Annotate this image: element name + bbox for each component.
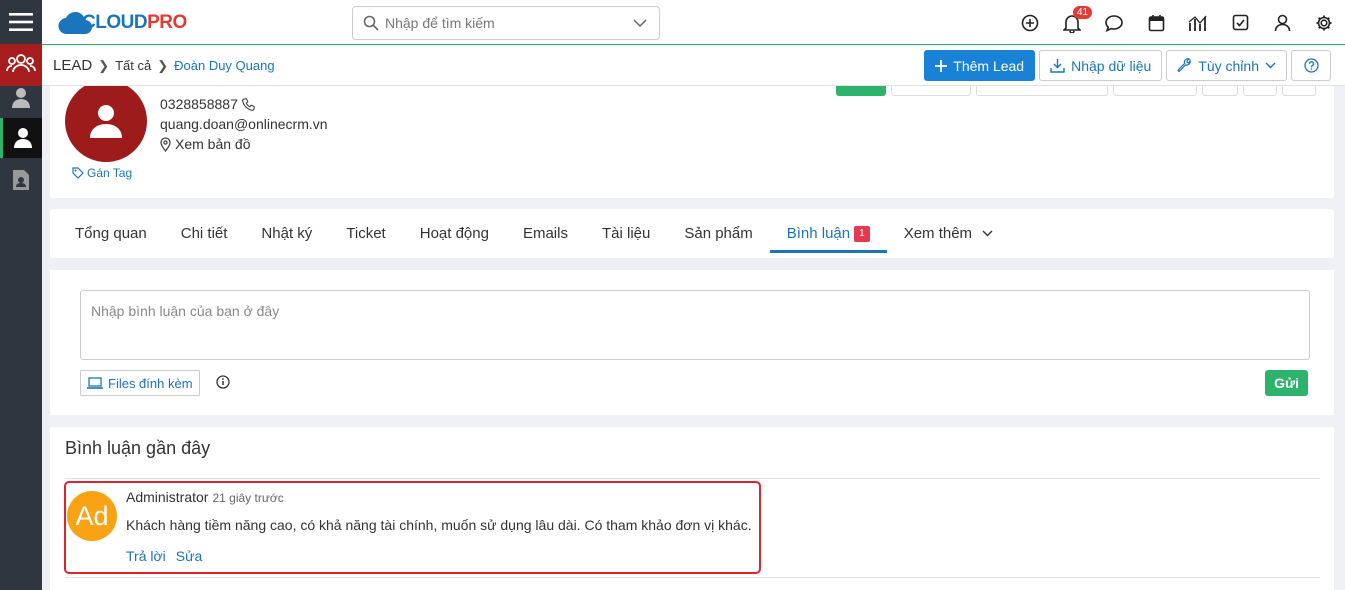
tab-emails[interactable]: Emails (506, 209, 585, 258)
tab-details[interactable]: Chi tiết (164, 209, 245, 258)
tab-more[interactable]: Xem thêm (887, 209, 1010, 258)
lead-contact-info: 0328858887 quang.doan@onlinecrm.vn Xem b… (160, 94, 328, 154)
chevron-down-icon (982, 230, 993, 237)
chevron-right-icon: ❯ (98, 57, 110, 73)
search-box[interactable] (352, 6, 660, 40)
rail-contacts-icon[interactable] (0, 78, 42, 118)
laptop-icon (87, 377, 103, 389)
recent-comments-panel: Bình luận gần đây Ad Administrator 21 giâ… (50, 427, 1334, 590)
tab-label: Chi tiết (180, 225, 228, 242)
comment-text: Khách hàng tiềm năng cao, có khả năng tà… (126, 517, 752, 533)
divider (65, 478, 1320, 479)
comment-input[interactable] (80, 290, 1310, 360)
add-icon[interactable] (1009, 0, 1051, 45)
tab-label: Emails (522, 225, 568, 242)
tab-documents[interactable]: Tài liệu (585, 209, 667, 258)
top-icons: 41 (1009, 0, 1345, 45)
reply-link[interactable]: Trả lời (126, 548, 166, 564)
chevron-down-icon (1265, 62, 1276, 69)
divider (65, 577, 1320, 578)
record-tabs: Tổng quan Chi tiết Nhật ký Ticket Hoạt đ… (50, 209, 1334, 258)
notification-badge: 41 (1073, 6, 1093, 19)
chevron-right-icon: ❯ (157, 57, 169, 73)
import-data-label: Nhập dữ liệu (1071, 57, 1152, 74)
task-check-icon[interactable] (1219, 0, 1261, 45)
gear-icon[interactable] (1303, 0, 1345, 45)
comment-author: Administrator (126, 489, 209, 505)
map-pin-icon (160, 136, 171, 152)
tab-label: Sản phẩm (684, 225, 753, 242)
view-map-link[interactable]: Xem bản đồ (175, 134, 251, 154)
breadcrumb-module[interactable]: LEAD (53, 57, 92, 74)
tab-overview[interactable]: Tổng quan (58, 209, 164, 258)
import-data-button[interactable]: Nhập dữ liệu (1039, 50, 1163, 81)
breadcrumb-bar: LEAD ❯ Tất cả ❯ Đoàn Duy Quang Thêm Lead… (42, 46, 1345, 86)
tab-ticket[interactable]: Ticket (329, 209, 402, 258)
lead-profile-card: 0328858887 quang.doan@onlinecrm.vn Xem b… (50, 70, 1334, 198)
search-icon (363, 15, 379, 31)
tab-label: Tổng quan (75, 225, 147, 242)
user-profile-icon[interactable] (1261, 0, 1303, 45)
customize-button[interactable]: Tùy chỉnh (1166, 50, 1287, 81)
info-icon[interactable] (216, 375, 230, 389)
help-button[interactable] (1291, 50, 1331, 81)
tab-label: Nhật ký (261, 225, 313, 242)
download-icon (1050, 59, 1065, 73)
tab-label: Ticket (346, 225, 386, 242)
logo-cloud-text: CLOUD (82, 12, 148, 33)
tab-label: Bình luận (786, 225, 851, 242)
calendar-icon[interactable] (1135, 0, 1177, 45)
comment-time: 21 giây trước (212, 491, 284, 505)
plus-icon (935, 59, 948, 72)
customize-label: Tùy chỉnh (1198, 57, 1259, 74)
comment-author-avatar: Ad (67, 491, 117, 541)
tab-comments[interactable]: Bình luận 1 (769, 209, 887, 258)
question-icon (1303, 58, 1319, 73)
tag-icon (72, 167, 84, 179)
tab-label: Hoạt động (419, 225, 489, 242)
breadcrumb-list[interactable]: Tất cả (115, 58, 151, 73)
bell-icon[interactable]: 41 (1051, 0, 1093, 45)
attach-files-button[interactable]: Files đính kèm (80, 370, 200, 396)
rail-document-icon[interactable] (0, 160, 42, 200)
report-chart-icon[interactable] (1177, 0, 1219, 45)
assign-tag-link[interactable]: Gán Tag (72, 166, 132, 180)
edit-link[interactable]: Sửa (176, 548, 203, 564)
comment-author-line: Administrator 21 giây trước (126, 489, 284, 505)
comment-count-badge: 1 (854, 225, 870, 242)
tab-history[interactable]: Nhật ký (244, 209, 329, 258)
send-comment-button[interactable]: Gửi (1265, 370, 1308, 396)
tab-activities[interactable]: Hoạt động (403, 209, 506, 258)
tab-label: Xem thêm (903, 225, 973, 242)
rail-person-icon[interactable] (0, 118, 42, 158)
phone-icon[interactable] (241, 97, 255, 111)
menu-icon[interactable] (0, 0, 42, 44)
tab-products[interactable]: Sản phẩm (667, 209, 769, 258)
search-input[interactable] (379, 15, 633, 31)
comment-actions: Trả lời Sửa (126, 548, 202, 564)
lead-phone[interactable]: 0328858887 (160, 94, 238, 114)
recent-comments-title: Bình luận gần đây (65, 438, 211, 458)
cloudpro-logo[interactable]: CLOUDPRO (58, 10, 187, 36)
comment-item: Ad Administrator 21 giây trước Khách hàng… (64, 481, 761, 574)
tab-label: Tài liệu (601, 225, 651, 242)
add-lead-button[interactable]: Thêm Lead (924, 50, 1036, 81)
attach-files-label: Files đính kèm (108, 375, 193, 391)
left-rail (0, 0, 42, 590)
assign-tag-label: Gán Tag (87, 166, 133, 180)
logo-pro-text: PRO (147, 12, 187, 33)
chat-icon[interactable] (1093, 0, 1135, 45)
breadcrumb: LEAD ❯ Tất cả ❯ Đoàn Duy Quang (53, 57, 275, 74)
add-lead-label: Thêm Lead (953, 57, 1025, 74)
breadcrumb-record[interactable]: Đoàn Duy Quang (174, 58, 274, 73)
page-actions: Thêm Lead Nhập dữ liệu Tùy chỉnh (924, 50, 1331, 81)
lead-avatar (65, 80, 147, 162)
comment-composer: Files đính kèm Gửi (50, 270, 1334, 415)
lead-email[interactable]: quang.doan@onlinecrm.vn (160, 114, 328, 134)
person-icon (90, 105, 122, 138)
chevron-down-icon[interactable] (633, 19, 647, 27)
wrench-icon (1177, 58, 1192, 73)
top-bar: CLOUDPRO 41 (42, 0, 1345, 45)
